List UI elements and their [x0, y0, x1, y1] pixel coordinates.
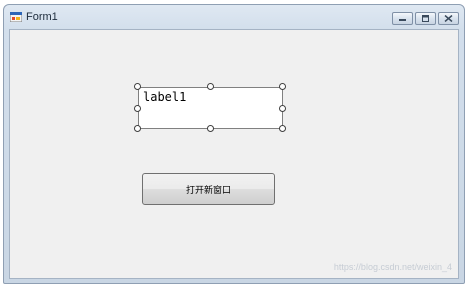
window-title: Form1: [26, 11, 58, 23]
close-icon: [444, 15, 453, 22]
title-buttons: [392, 12, 459, 25]
resize-handle-bottom-right[interactable]: [279, 125, 286, 132]
maximize-button[interactable]: [415, 12, 436, 25]
resize-handle-top-left[interactable]: [134, 83, 141, 90]
resize-handle-bottom-left[interactable]: [134, 125, 141, 132]
resize-handle-bottom[interactable]: [207, 125, 214, 132]
close-button[interactable]: [438, 12, 459, 25]
form-client-area: label1 打开新窗口 https://blog.csdn.net/weixi…: [9, 29, 459, 279]
form-app-icon: [10, 12, 22, 22]
minimize-button[interactable]: [392, 12, 413, 25]
resize-handle-top-right[interactable]: [279, 83, 286, 90]
resize-handle-top[interactable]: [207, 83, 214, 90]
maximize-icon: [422, 15, 429, 22]
label1-control[interactable]: label1: [138, 87, 283, 129]
open-new-window-button[interactable]: 打开新窗口: [142, 173, 275, 205]
title-bar[interactable]: Form1: [4, 5, 464, 29]
watermark-text: https://blog.csdn.net/weixin_4: [333, 262, 452, 272]
minimize-icon: [399, 19, 406, 21]
resize-handle-left[interactable]: [134, 105, 141, 112]
label1-text: label1: [143, 90, 187, 104]
form-window: Form1 label1 打开新窗口 https://blog.csdn.net…: [3, 4, 465, 284]
resize-handle-right[interactable]: [279, 105, 286, 112]
